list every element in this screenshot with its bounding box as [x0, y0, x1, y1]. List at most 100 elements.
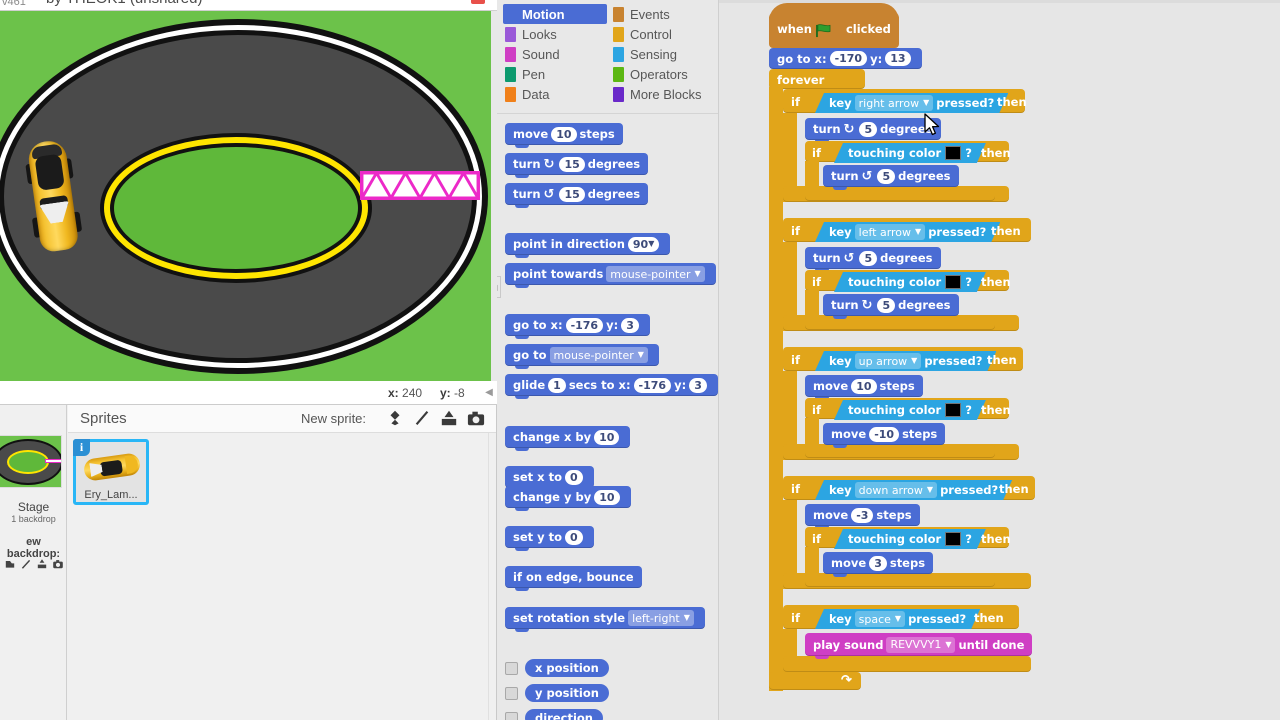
- script-key-space-pressed[interactable]: key space ▼ pressed?: [815, 609, 980, 629]
- script-key-left-arrow-pressed[interactable]: key left arrow ▼ pressed?: [815, 222, 1000, 242]
- change-x-input[interactable]: 10: [594, 429, 620, 445]
- script-goto-y-input[interactable]: 13: [885, 51, 911, 66]
- rotation-style-dropdown[interactable]: left-right ▼: [628, 610, 694, 626]
- paint-new-backdrop-icon[interactable]: [4, 557, 16, 571]
- turn-degrees-right[interactable]: 5: [859, 121, 878, 137]
- palette-block-move[interactable]: move 10 steps: [505, 123, 623, 148]
- palette-block-set-y[interactable]: set y to 0: [505, 526, 594, 551]
- goto-xy-y-input[interactable]: 3: [621, 317, 639, 333]
- script-block-turn-ccw-5-left[interactable]: turn ↺ 5 degrees: [805, 247, 941, 272]
- key-dropdown-space[interactable]: space ▼: [855, 611, 905, 627]
- glide-y-input[interactable]: 3: [689, 377, 707, 393]
- inner-move-steps-down[interactable]: 3: [869, 555, 887, 571]
- key-dropdown-left[interactable]: left arrow ▼: [855, 224, 926, 240]
- script-block-when-flag-clicked[interactable]: when clicked: [769, 3, 899, 48]
- point-direction-dropdown[interactable]: 90 ▼: [627, 236, 660, 252]
- change-y-input[interactable]: 10: [594, 489, 620, 505]
- palette-block-change-y[interactable]: change y by 10: [505, 486, 631, 511]
- script-block-turn-cw-5-left[interactable]: turn ↻ 5 degrees: [823, 294, 959, 319]
- category-motion[interactable]: Motion: [503, 4, 607, 24]
- palette-block-set-rotation-style[interactable]: set rotation style left-right ▼: [505, 607, 705, 632]
- stage-thumbnail[interactable]: [0, 435, 62, 488]
- script-key-up-arrow-pressed[interactable]: key up arrow ▼ pressed?: [815, 351, 996, 371]
- script-touching-color-down[interactable]: touching color ?: [834, 529, 986, 549]
- color-swatch-picker-right[interactable]: [945, 146, 961, 160]
- key-dropdown-up[interactable]: up arrow ▼: [855, 353, 922, 369]
- checkbox-x-position[interactable]: [505, 662, 518, 675]
- glide-secs-input[interactable]: 1: [548, 377, 566, 393]
- choose-sprite-icon[interactable]: [386, 409, 404, 427]
- goto-xy-x-input[interactable]: -176: [565, 317, 604, 333]
- category-control[interactable]: Control: [611, 24, 715, 44]
- sprite-list-scrollbar[interactable]: [488, 433, 496, 720]
- reporter-x-position[interactable]: x position: [525, 659, 609, 677]
- move-steps-input[interactable]: 10: [551, 126, 577, 142]
- inner-move-steps-up[interactable]: -10: [869, 426, 900, 442]
- category-events[interactable]: Events: [611, 4, 715, 24]
- palette-block-turn-ccw[interactable]: turn ↺ 15 degrees: [505, 183, 649, 208]
- script-block-play-sound-until-done[interactable]: play sound REVVVY1 ▼ until done: [805, 633, 1033, 659]
- script-touching-color-left[interactable]: touching color ?: [834, 272, 986, 292]
- stage-selector-column[interactable]: Stage 1 backdrop ew backdrop:: [0, 405, 67, 720]
- category-looks[interactable]: Looks: [503, 24, 607, 44]
- sprite-info-badge[interactable]: i: [73, 439, 90, 456]
- category-sound[interactable]: Sound: [503, 44, 607, 64]
- script-block-move-10-up[interactable]: move 10 steps: [805, 375, 923, 400]
- category-pen[interactable]: Pen: [503, 64, 607, 84]
- script-touching-color-right[interactable]: touching color ?: [834, 143, 986, 163]
- camera-backdrop-icon[interactable]: [52, 557, 64, 571]
- script-block-turn-cw-5-right[interactable]: turn ↻ 5 degrees: [805, 118, 941, 143]
- reporter-y-position[interactable]: y position: [525, 684, 609, 702]
- palette-block-set-x[interactable]: set x to 0: [505, 466, 594, 491]
- palette-block-glide[interactable]: glide 1 secs to x: -176 y: 3: [505, 374, 718, 399]
- checkbox-y-position[interactable]: [505, 687, 518, 700]
- script-area[interactable]: when clicked go to x: -170 y: 13 forever…: [719, 0, 1280, 720]
- palette-block-goto-target[interactable]: go to mouse-pointer ▼: [505, 344, 659, 369]
- palette-block-change-x[interactable]: change x by 10: [505, 426, 631, 451]
- key-dropdown-right[interactable]: right arrow ▼: [855, 95, 934, 111]
- script-touching-color-up[interactable]: touching color ?: [834, 400, 986, 420]
- color-swatch-picker-left[interactable]: [945, 275, 961, 289]
- checkbox-direction[interactable]: [505, 712, 518, 720]
- upload-sprite-icon[interactable]: [440, 409, 458, 427]
- collapse-left-icon[interactable]: ◀: [497, 276, 501, 298]
- turn-ccw-degrees-input[interactable]: 15: [559, 186, 585, 202]
- category-sensing[interactable]: Sensing: [611, 44, 715, 64]
- brush-backdrop-icon[interactable]: [20, 557, 32, 571]
- script-block-move-neg10-up[interactable]: move -10 steps: [823, 423, 946, 448]
- camera-sprite-icon[interactable]: [467, 409, 485, 427]
- palette-block-goto-xy[interactable]: go to x: -176 y: 3: [505, 314, 650, 339]
- sound-name-dropdown[interactable]: REVVVY1 ▼: [886, 636, 956, 653]
- stop-icon[interactable]: [471, 0, 485, 4]
- script-block-move-neg3-down[interactable]: move -3 steps: [805, 504, 920, 529]
- set-y-input[interactable]: 0: [565, 529, 583, 545]
- key-dropdown-down[interactable]: down arrow ▼: [855, 482, 937, 498]
- inner-turn-degrees-right[interactable]: 5: [877, 168, 896, 184]
- reporter-direction[interactable]: direction: [525, 709, 603, 720]
- turn-cw-degrees-input[interactable]: 15: [559, 156, 585, 172]
- move-steps-up[interactable]: 10: [851, 378, 877, 394]
- category-more-blocks[interactable]: More Blocks: [611, 84, 715, 104]
- collapse-left-icon[interactable]: ◀: [483, 385, 495, 401]
- script-goto-x-input[interactable]: -170: [829, 51, 868, 66]
- paint-sprite-icon[interactable]: [413, 409, 431, 427]
- glide-x-input[interactable]: -176: [633, 377, 672, 393]
- move-steps-down[interactable]: -3: [851, 507, 874, 523]
- inner-turn-degrees-left[interactable]: 5: [877, 297, 896, 313]
- upload-backdrop-icon[interactable]: [36, 557, 48, 571]
- palette-block-turn-cw[interactable]: turn ↻ 15 degrees: [505, 153, 649, 178]
- script-block-goto-xy[interactable]: go to x: -170 y: 13: [769, 48, 922, 72]
- color-swatch-picker-up[interactable]: [945, 403, 961, 417]
- palette-block-if-on-edge-bounce[interactable]: if on edge, bounce: [505, 566, 642, 591]
- category-operators[interactable]: Operators: [611, 64, 715, 84]
- set-x-input[interactable]: 0: [564, 469, 583, 485]
- color-swatch-picker-down[interactable]: [945, 532, 961, 546]
- category-data[interactable]: Data: [503, 84, 607, 104]
- sprite-thumbnail-ery-lam[interactable]: i Ery_Lam...: [73, 439, 149, 505]
- script-key-down-arrow-pressed[interactable]: key down arrow ▼ pressed?: [815, 480, 1012, 500]
- turn-degrees-left[interactable]: 5: [859, 250, 878, 266]
- script-block-turn-ccw-5-right[interactable]: turn ↺ 5 degrees: [823, 165, 959, 190]
- script-key-right-arrow-pressed[interactable]: key right arrow ▼ pressed?: [815, 93, 1008, 113]
- palette-block-point-in-direction[interactable]: point in direction 90 ▼: [505, 233, 671, 258]
- goto-target-dropdown[interactable]: mouse-pointer ▼: [549, 347, 648, 363]
